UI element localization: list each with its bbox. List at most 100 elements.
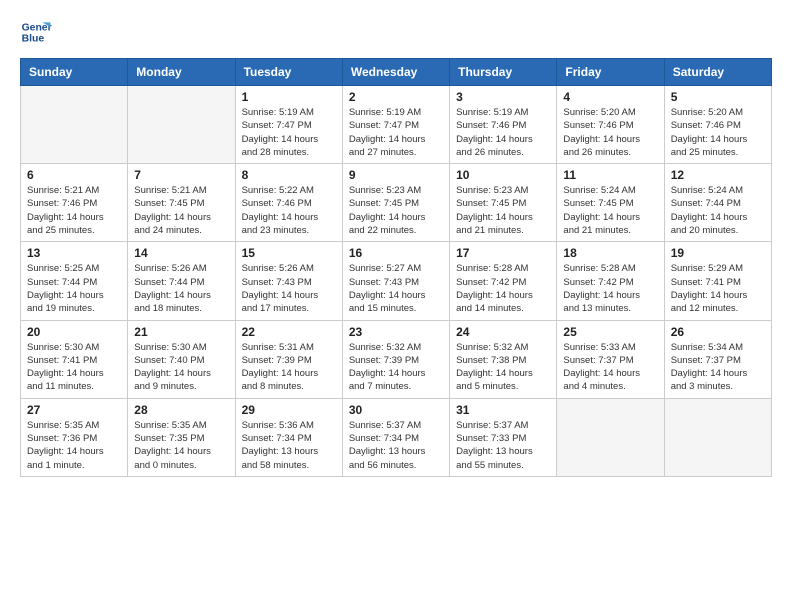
day-info: Sunrise: 5:19 AMSunset: 7:46 PMDaylight:…: [456, 106, 550, 159]
day-number: 18: [563, 246, 657, 260]
calendar-cell: 11 Sunrise: 5:24 AMSunset: 7:45 PMDayligh…: [557, 164, 664, 242]
day-number: 15: [242, 246, 336, 260]
day-number: 8: [242, 168, 336, 182]
calendar-cell: [664, 398, 771, 476]
calendar-cell: 10 Sunrise: 5:23 AMSunset: 7:45 PMDayligh…: [450, 164, 557, 242]
day-info: Sunrise: 5:23 AMSunset: 7:45 PMDaylight:…: [349, 184, 443, 237]
day-info: Sunrise: 5:27 AMSunset: 7:43 PMDaylight:…: [349, 262, 443, 315]
day-number: 17: [456, 246, 550, 260]
calendar-cell: 13 Sunrise: 5:25 AMSunset: 7:44 PMDayligh…: [21, 242, 128, 320]
day-info: Sunrise: 5:29 AMSunset: 7:41 PMDaylight:…: [671, 262, 765, 315]
day-number: 12: [671, 168, 765, 182]
day-number: 16: [349, 246, 443, 260]
day-info: Sunrise: 5:34 AMSunset: 7:37 PMDaylight:…: [671, 341, 765, 394]
day-info: Sunrise: 5:37 AMSunset: 7:33 PMDaylight:…: [456, 419, 550, 472]
calendar-cell: 18 Sunrise: 5:28 AMSunset: 7:42 PMDayligh…: [557, 242, 664, 320]
day-number: 24: [456, 325, 550, 339]
day-info: Sunrise: 5:36 AMSunset: 7:34 PMDaylight:…: [242, 419, 336, 472]
day-info: Sunrise: 5:23 AMSunset: 7:45 PMDaylight:…: [456, 184, 550, 237]
day-info: Sunrise: 5:26 AMSunset: 7:44 PMDaylight:…: [134, 262, 228, 315]
calendar-cell: 20 Sunrise: 5:30 AMSunset: 7:41 PMDayligh…: [21, 320, 128, 398]
col-header-tuesday: Tuesday: [235, 59, 342, 86]
day-number: 10: [456, 168, 550, 182]
day-number: 29: [242, 403, 336, 417]
day-info: Sunrise: 5:24 AMSunset: 7:44 PMDaylight:…: [671, 184, 765, 237]
calendar-cell: 27 Sunrise: 5:35 AMSunset: 7:36 PMDayligh…: [21, 398, 128, 476]
day-info: Sunrise: 5:35 AMSunset: 7:35 PMDaylight:…: [134, 419, 228, 472]
day-number: 27: [27, 403, 121, 417]
calendar-cell: 16 Sunrise: 5:27 AMSunset: 7:43 PMDayligh…: [342, 242, 449, 320]
calendar-week-row: 13 Sunrise: 5:25 AMSunset: 7:44 PMDayligh…: [21, 242, 772, 320]
day-info: Sunrise: 5:30 AMSunset: 7:40 PMDaylight:…: [134, 341, 228, 394]
calendar-week-row: 6Sunrise: 5:21 AMSunset: 7:46 PMDaylight…: [21, 164, 772, 242]
calendar-cell: 25Sunrise: 5:33 AMSunset: 7:37 PMDayligh…: [557, 320, 664, 398]
day-info: Sunrise: 5:30 AMSunset: 7:41 PMDaylight:…: [27, 341, 121, 394]
day-info: Sunrise: 5:24 AMSunset: 7:45 PMDaylight:…: [563, 184, 657, 237]
day-number: 21: [134, 325, 228, 339]
calendar-cell: 31 Sunrise: 5:37 AMSunset: 7:33 PMDayligh…: [450, 398, 557, 476]
calendar-cell: [128, 86, 235, 164]
day-number: 5: [671, 90, 765, 104]
calendar-cell: 1Sunrise: 5:19 AMSunset: 7:47 PMDaylight…: [235, 86, 342, 164]
day-number: 14: [134, 246, 228, 260]
calendar-week-row: 20 Sunrise: 5:30 AMSunset: 7:41 PMDayligh…: [21, 320, 772, 398]
day-number: 22: [242, 325, 336, 339]
calendar-cell: 23Sunrise: 5:32 AMSunset: 7:39 PMDayligh…: [342, 320, 449, 398]
day-info: Sunrise: 5:19 AMSunset: 7:47 PMDaylight:…: [349, 106, 443, 159]
calendar-cell: 22Sunrise: 5:31 AMSunset: 7:39 PMDayligh…: [235, 320, 342, 398]
calendar-cell: 19 Sunrise: 5:29 AMSunset: 7:41 PMDayligh…: [664, 242, 771, 320]
day-number: 2: [349, 90, 443, 104]
day-number: 20: [27, 325, 121, 339]
col-header-saturday: Saturday: [664, 59, 771, 86]
day-info: Sunrise: 5:28 AMSunset: 7:42 PMDaylight:…: [563, 262, 657, 315]
day-info: Sunrise: 5:19 AMSunset: 7:47 PMDaylight:…: [242, 106, 336, 159]
col-header-monday: Monday: [128, 59, 235, 86]
day-info: Sunrise: 5:20 AMSunset: 7:46 PMDaylight:…: [671, 106, 765, 159]
calendar-cell: 5 Sunrise: 5:20 AMSunset: 7:46 PMDaylight…: [664, 86, 771, 164]
calendar-cell: 21 Sunrise: 5:30 AMSunset: 7:40 PMDayligh…: [128, 320, 235, 398]
logo: General Blue: [20, 16, 56, 48]
calendar-header-row: SundayMondayTuesdayWednesdayThursdayFrid…: [21, 59, 772, 86]
calendar-week-row: 1Sunrise: 5:19 AMSunset: 7:47 PMDaylight…: [21, 86, 772, 164]
calendar-cell: 8Sunrise: 5:22 AMSunset: 7:46 PMDaylight…: [235, 164, 342, 242]
day-number: 26: [671, 325, 765, 339]
calendar-cell: 14 Sunrise: 5:26 AMSunset: 7:44 PMDayligh…: [128, 242, 235, 320]
col-header-wednesday: Wednesday: [342, 59, 449, 86]
calendar-cell: 7Sunrise: 5:21 AMSunset: 7:45 PMDaylight…: [128, 164, 235, 242]
day-number: 31: [456, 403, 550, 417]
calendar-cell: 3 Sunrise: 5:19 AMSunset: 7:46 PMDaylight…: [450, 86, 557, 164]
day-number: 30: [349, 403, 443, 417]
day-info: Sunrise: 5:20 AMSunset: 7:46 PMDaylight:…: [563, 106, 657, 159]
header: General Blue: [20, 16, 772, 48]
day-info: Sunrise: 5:37 AMSunset: 7:34 PMDaylight:…: [349, 419, 443, 472]
day-info: Sunrise: 5:35 AMSunset: 7:36 PMDaylight:…: [27, 419, 121, 472]
calendar-cell: 6Sunrise: 5:21 AMSunset: 7:46 PMDaylight…: [21, 164, 128, 242]
day-number: 19: [671, 246, 765, 260]
calendar-cell: 9 Sunrise: 5:23 AMSunset: 7:45 PMDaylight…: [342, 164, 449, 242]
day-info: Sunrise: 5:28 AMSunset: 7:42 PMDaylight:…: [456, 262, 550, 315]
col-header-sunday: Sunday: [21, 59, 128, 86]
day-number: 6: [27, 168, 121, 182]
day-number: 9: [349, 168, 443, 182]
calendar-cell: 4 Sunrise: 5:20 AMSunset: 7:46 PMDaylight…: [557, 86, 664, 164]
day-number: 4: [563, 90, 657, 104]
day-info: Sunrise: 5:21 AMSunset: 7:45 PMDaylight:…: [134, 184, 228, 237]
calendar-cell: [21, 86, 128, 164]
calendar-cell: 15 Sunrise: 5:26 AMSunset: 7:43 PMDayligh…: [235, 242, 342, 320]
day-info: Sunrise: 5:25 AMSunset: 7:44 PMDaylight:…: [27, 262, 121, 315]
col-header-thursday: Thursday: [450, 59, 557, 86]
calendar-cell: 12 Sunrise: 5:24 AMSunset: 7:44 PMDayligh…: [664, 164, 771, 242]
calendar: SundayMondayTuesdayWednesdayThursdayFrid…: [20, 58, 772, 477]
calendar-cell: 2 Sunrise: 5:19 AMSunset: 7:47 PMDaylight…: [342, 86, 449, 164]
calendar-cell: 29 Sunrise: 5:36 AMSunset: 7:34 PMDayligh…: [235, 398, 342, 476]
day-info: Sunrise: 5:26 AMSunset: 7:43 PMDaylight:…: [242, 262, 336, 315]
calendar-cell: [557, 398, 664, 476]
day-number: 25: [563, 325, 657, 339]
day-number: 3: [456, 90, 550, 104]
day-number: 13: [27, 246, 121, 260]
day-number: 28: [134, 403, 228, 417]
calendar-cell: 17 Sunrise: 5:28 AMSunset: 7:42 PMDayligh…: [450, 242, 557, 320]
day-number: 11: [563, 168, 657, 182]
calendar-cell: 24Sunrise: 5:32 AMSunset: 7:38 PMDayligh…: [450, 320, 557, 398]
day-info: Sunrise: 5:32 AMSunset: 7:39 PMDaylight:…: [349, 341, 443, 394]
